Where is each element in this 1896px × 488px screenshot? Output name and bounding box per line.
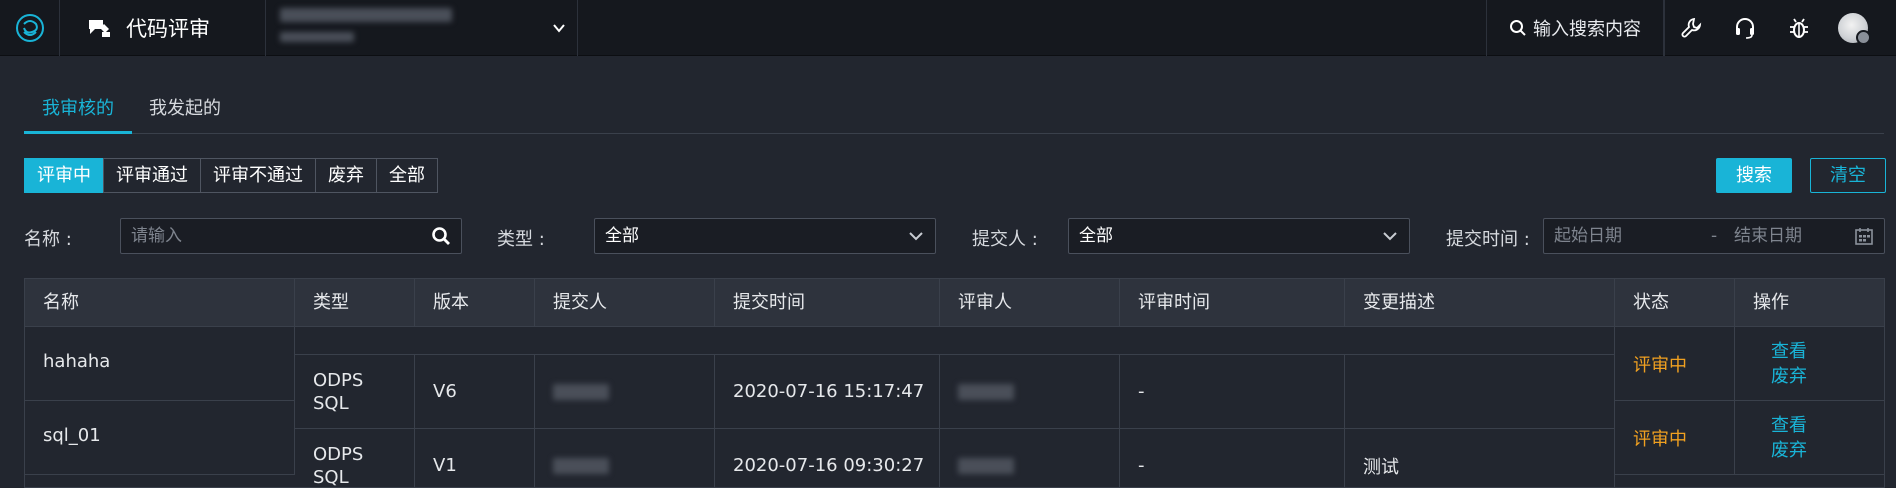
- table-row-type: ODPS SQL: [295, 429, 415, 488]
- tab-my-reviews[interactable]: 我审核的: [24, 98, 132, 134]
- view-link[interactable]: 查看: [1771, 413, 1807, 438]
- table-row-review-time: -: [1120, 429, 1345, 487]
- table-row-status: 评审中: [1615, 327, 1735, 401]
- table-row-type: ODPS SQL: [295, 355, 415, 429]
- project-name-redacted: [280, 8, 452, 42]
- avatar: [1838, 13, 1871, 45]
- table-row-name[interactable]: sql_01: [25, 401, 295, 475]
- column-header-type: 类型: [295, 279, 415, 327]
- top-bar: 代码评审 输入搜索内容: [0, 0, 1896, 56]
- global-search[interactable]: 输入搜索内容: [1486, 0, 1664, 56]
- view-link[interactable]: 查看: [1771, 339, 1807, 364]
- submitter-redacted: [553, 383, 609, 400]
- name-filter-placeholder: 请输入: [131, 226, 182, 246]
- submitter-filter-select[interactable]: 全部: [1068, 218, 1410, 254]
- table-row-description: [1345, 355, 1615, 429]
- column-header-status: 状态: [1615, 279, 1735, 327]
- module-title[interactable]: 代码评审: [60, 0, 266, 56]
- table-row-operations: 查看 废弃: [1735, 327, 1884, 401]
- module-title-text: 代码评审: [126, 17, 210, 41]
- submit-time-filter-label: 提交时间 :: [1446, 229, 1530, 250]
- type-filter-select[interactable]: 全部: [594, 218, 936, 254]
- reviewer-redacted: [958, 457, 1014, 474]
- table-row-submit-time: 2020-07-16 15:17:47: [715, 355, 940, 429]
- table-header: 名称 类型 版本 提交人 提交时间 评审人 评审时间 变更描述 状态 操作: [25, 279, 1884, 327]
- calendar-icon[interactable]: [1854, 226, 1874, 246]
- table-row-submitter: [535, 355, 715, 429]
- project-selector[interactable]: [266, 0, 578, 56]
- type-line-2: SQL: [313, 392, 349, 414]
- column-header-submitter: 提交人: [535, 279, 715, 327]
- table-row-status: 评审中: [1615, 401, 1735, 475]
- tools-button[interactable]: [1664, 0, 1718, 56]
- wrench-icon: [1681, 17, 1701, 38]
- column-header-review-time: 评审时间: [1120, 279, 1345, 327]
- global-search-label: 输入搜索内容: [1533, 19, 1641, 40]
- date-range-separator: -: [1711, 226, 1718, 246]
- app-logo[interactable]: [0, 0, 60, 56]
- status-filter-group: 评审中 评审通过 评审不通过 废弃 全部: [24, 158, 438, 193]
- table-row-operations: 查看 废弃: [1735, 401, 1884, 475]
- start-date-placeholder[interactable]: 起始日期: [1554, 226, 1622, 246]
- discard-link[interactable]: 废弃: [1771, 438, 1807, 463]
- submitter-redacted: [553, 457, 609, 474]
- table-row-version: V1: [415, 429, 535, 487]
- table-row-reviewer: [940, 429, 1120, 487]
- column-header-version: 版本: [415, 279, 535, 327]
- chevron-down-icon[interactable]: [551, 20, 567, 36]
- date-range-picker[interactable]: 起始日期 - 结束日期: [1543, 218, 1885, 254]
- headset-icon: [1736, 18, 1754, 39]
- discard-link[interactable]: 废弃: [1771, 364, 1807, 389]
- bug-report-button[interactable]: [1772, 0, 1826, 56]
- column-header-operations: 操作: [1753, 292, 1789, 313]
- status-badge: 评审中: [1633, 354, 1687, 376]
- status-filter-all[interactable]: 全部: [376, 158, 438, 193]
- status-filter-reviewing[interactable]: 评审中: [24, 158, 104, 193]
- search-icon: [1510, 20, 1526, 36]
- type-line-1: ODPS: [313, 443, 364, 465]
- column-header-description: 变更描述: [1345, 279, 1615, 327]
- status-filter-rejected[interactable]: 评审不通过: [200, 158, 316, 193]
- column-header-submit-time: 提交时间: [715, 279, 940, 327]
- type-filter-label: 类型 :: [497, 229, 545, 250]
- code-review-icon: [89, 20, 110, 37]
- support-button[interactable]: [1718, 0, 1772, 56]
- table-row-reviewer: [940, 355, 1120, 429]
- logo-icon: [15, 14, 44, 42]
- table-row-name[interactable]: hahaha: [25, 327, 295, 401]
- end-date-placeholder[interactable]: 结束日期: [1734, 219, 1802, 253]
- column-header-name: 名称: [25, 279, 295, 327]
- chevron-down-icon: [909, 232, 923, 241]
- table-row-submit-time: 2020-07-16 09:30:27: [715, 429, 940, 487]
- search-icon[interactable]: [431, 226, 451, 246]
- column-header-reviewer: 评审人: [940, 279, 1120, 327]
- table-row-description: 测试: [1345, 429, 1615, 487]
- reviewer-redacted: [958, 383, 1014, 400]
- chevron-down-icon: [1383, 232, 1397, 241]
- type-line-2: SQL: [313, 466, 349, 488]
- review-table: 名称 类型 版本 提交人 提交时间 评审人 评审时间 变更描述 状态 操作 ha…: [24, 278, 1885, 488]
- table-row-review-time: -: [1120, 355, 1345, 429]
- tab-my-submissions[interactable]: 我发起的: [131, 98, 239, 134]
- type-filter-value: 全部: [605, 226, 639, 246]
- review-tabs: 我审核的 我发起的: [24, 90, 1884, 134]
- user-menu[interactable]: [1826, 0, 1880, 56]
- table-row-version: V6: [415, 355, 535, 429]
- search-button[interactable]: 搜索: [1716, 158, 1792, 193]
- status-badge: 评审中: [1633, 428, 1687, 450]
- submitter-filter-label: 提交人 :: [972, 229, 1038, 250]
- submitter-filter-value: 全部: [1079, 226, 1113, 246]
- type-line-1: ODPS: [313, 369, 364, 391]
- table-row-submitter: [535, 429, 715, 487]
- clear-button[interactable]: 清空: [1810, 158, 1886, 193]
- name-filter-input[interactable]: 请输入: [120, 218, 462, 254]
- status-filter-approved[interactable]: 评审通过: [103, 158, 201, 193]
- table-row-spacer: [295, 327, 1615, 355]
- bug-icon: [1790, 18, 1808, 38]
- status-filter-discarded[interactable]: 废弃: [315, 158, 377, 193]
- name-filter-label: 名称 :: [24, 229, 72, 250]
